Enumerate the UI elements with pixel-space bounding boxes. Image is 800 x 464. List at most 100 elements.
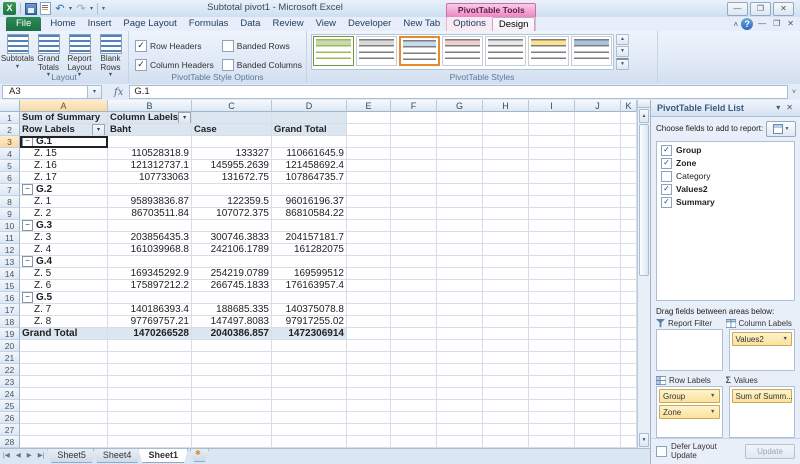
chevron-down-icon[interactable]: ▼ — [710, 409, 715, 415]
cell-A14[interactable]: Z. 5 — [20, 268, 108, 280]
style-option-banded-rows[interactable]: Banded Rows — [222, 40, 302, 52]
tab-home[interactable]: Home — [44, 17, 81, 31]
cell-I3[interactable] — [529, 136, 575, 148]
cell-D10[interactable] — [272, 220, 347, 232]
row-header-12[interactable]: 12 — [0, 244, 20, 256]
cell-B1[interactable]: Column Labels▾ — [108, 112, 192, 124]
chevron-down-icon[interactable]: ▼ — [783, 336, 788, 342]
tab-new-tab[interactable]: New Tab — [397, 17, 446, 31]
cell-D1[interactable] — [272, 112, 347, 124]
cell-C20[interactable] — [192, 340, 272, 352]
field-list-layout-button[interactable]: ▼ — [766, 121, 796, 137]
checkbox-row-headers[interactable]: ✓ — [135, 40, 147, 52]
cell-J11[interactable] — [575, 232, 621, 244]
checkbox-column-headers[interactable]: ✓ — [135, 59, 147, 71]
cell-J8[interactable] — [575, 196, 621, 208]
update-button[interactable]: Update — [745, 444, 795, 459]
cell-A23[interactable] — [20, 376, 108, 388]
cell-E27[interactable] — [347, 424, 391, 436]
column-header-G[interactable]: G — [437, 100, 483, 112]
cell-G12[interactable] — [437, 244, 483, 256]
row-header-10[interactable]: 10 — [0, 220, 20, 232]
collapse-icon[interactable]: − — [22, 184, 33, 195]
cell-B26[interactable] — [108, 412, 192, 424]
cell-F7[interactable] — [391, 184, 437, 196]
cell-J7[interactable] — [575, 184, 621, 196]
cell-I6[interactable] — [529, 172, 575, 184]
column-header-F[interactable]: F — [391, 100, 437, 112]
cell-J3[interactable] — [575, 136, 621, 148]
cell-C1[interactable] — [192, 112, 272, 124]
cell-H22[interactable] — [483, 364, 529, 376]
row-header-18[interactable]: 18 — [0, 316, 20, 328]
cell-H28[interactable] — [483, 436, 529, 448]
undo-icon[interactable]: ↶ — [54, 3, 66, 15]
cell-I24[interactable] — [529, 388, 575, 400]
cell-B6[interactable]: 107733063 — [108, 172, 192, 184]
cell-H13[interactable] — [483, 256, 529, 268]
cell-F10[interactable] — [391, 220, 437, 232]
cell-A4[interactable]: Z. 15 — [20, 148, 108, 160]
cell-G18[interactable] — [437, 316, 483, 328]
cell-D7[interactable] — [272, 184, 347, 196]
cell-H26[interactable] — [483, 412, 529, 424]
name-box[interactable]: A3 — [2, 85, 88, 99]
row-header-4[interactable]: 4 — [0, 148, 20, 160]
cell-A20[interactable] — [20, 340, 108, 352]
qat-custom-icon[interactable] — [40, 2, 51, 15]
cell-B27[interactable] — [108, 424, 192, 436]
cell-A10[interactable]: −G.3 — [20, 220, 108, 232]
cell-K8[interactable] — [621, 196, 637, 208]
cell-I8[interactable] — [529, 196, 575, 208]
cell-G9[interactable] — [437, 208, 483, 220]
cell-I7[interactable] — [529, 184, 575, 196]
cell-I19[interactable] — [529, 328, 575, 340]
field-pill-sum-of-summ[interactable]: Sum of Summ...▼ — [732, 389, 793, 403]
cell-A28[interactable] — [20, 436, 108, 448]
cell-E28[interactable] — [347, 436, 391, 448]
row-header-25[interactable]: 25 — [0, 400, 20, 412]
cell-C21[interactable] — [192, 352, 272, 364]
sheet-tab-sheet5[interactable]: Sheet5 — [47, 449, 96, 463]
field-pill-group[interactable]: Group▼ — [659, 389, 720, 403]
cell-I5[interactable] — [529, 160, 575, 172]
cell-K12[interactable] — [621, 244, 637, 256]
cell-D4[interactable]: 110661645.9 — [272, 148, 347, 160]
cell-I11[interactable] — [529, 232, 575, 244]
cell-K20[interactable] — [621, 340, 637, 352]
cell-A3[interactable]: −G.1 — [20, 136, 108, 148]
cell-J14[interactable] — [575, 268, 621, 280]
cell-H8[interactable] — [483, 196, 529, 208]
cell-E16[interactable] — [347, 292, 391, 304]
workbook-close-icon[interactable]: ✕ — [785, 18, 796, 30]
cell-G15[interactable] — [437, 280, 483, 292]
column-header-H[interactable]: H — [483, 100, 529, 112]
cell-K21[interactable] — [621, 352, 637, 364]
cell-K2[interactable] — [621, 124, 637, 136]
cell-B3[interactable] — [108, 136, 192, 148]
cell-G8[interactable] — [437, 196, 483, 208]
chevron-down-icon[interactable]: ▼ — [793, 393, 795, 399]
collapse-icon[interactable]: − — [22, 256, 33, 267]
row-header-16[interactable]: 16 — [0, 292, 20, 304]
row-header-17[interactable]: 17 — [0, 304, 20, 316]
cell-J18[interactable] — [575, 316, 621, 328]
help-icon[interactable]: ? — [741, 18, 753, 30]
cell-D15[interactable]: 176163957.4 — [272, 280, 347, 292]
tab-developer[interactable]: Developer — [342, 17, 397, 31]
cell-E15[interactable] — [347, 280, 391, 292]
cell-G5[interactable] — [437, 160, 483, 172]
tab-review[interactable]: Review — [266, 17, 309, 31]
filter-dropdown-icon[interactable]: ▾ — [178, 112, 191, 124]
cell-C3[interactable] — [192, 136, 272, 148]
cell-G16[interactable] — [437, 292, 483, 304]
field-item-summary[interactable]: ✓Summary — [657, 196, 794, 209]
collapse-icon[interactable]: − — [22, 220, 33, 231]
vertical-scrollbar[interactable]: ▲ ▼ — [637, 100, 650, 448]
last-sheet-icon[interactable]: ▶| — [35, 449, 48, 463]
row-header-8[interactable]: 8 — [0, 196, 20, 208]
pane-close-icon[interactable]: ✕ — [783, 103, 796, 112]
cell-C12[interactable]: 242106.1789 — [192, 244, 272, 256]
cell-B4[interactable]: 110528318.9 — [108, 148, 192, 160]
cell-G11[interactable] — [437, 232, 483, 244]
